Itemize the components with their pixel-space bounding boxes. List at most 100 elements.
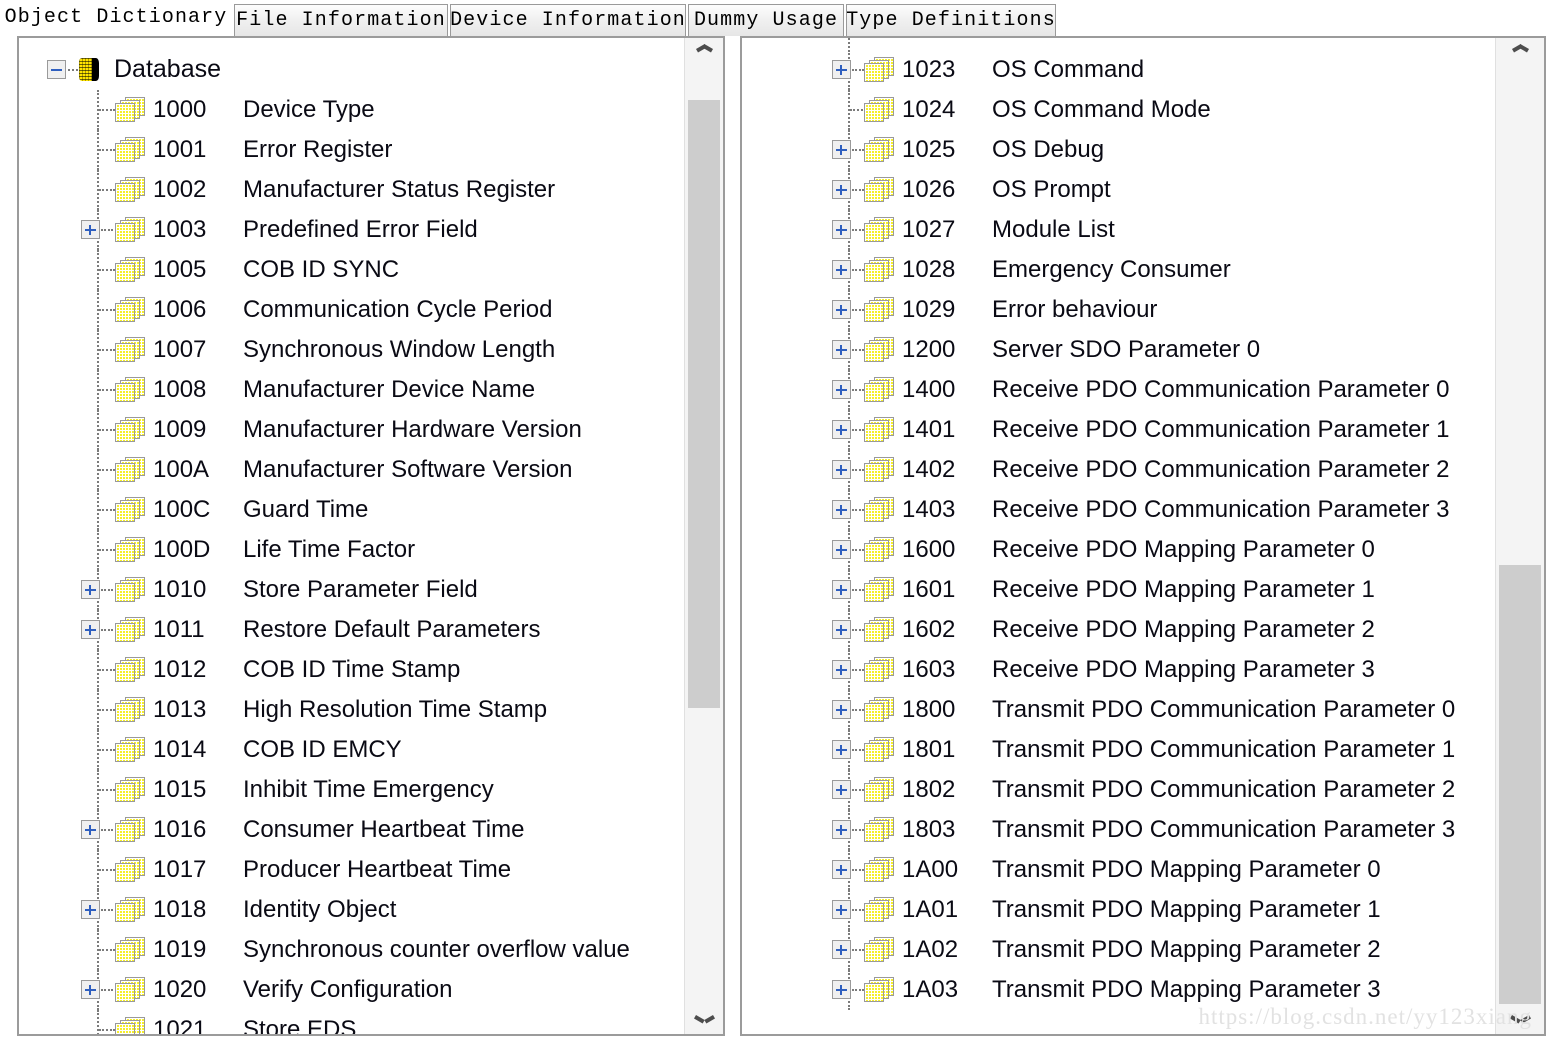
tree-item-row[interactable]: 1600 Receive PDO Mapping Parameter 0 (742, 530, 1496, 570)
expand-toggle-icon[interactable] (832, 660, 851, 679)
expand-toggle-icon[interactable] (832, 900, 851, 919)
expand-toggle-icon[interactable] (832, 380, 851, 399)
expand-toggle-icon[interactable] (832, 460, 851, 479)
object-stack-icon (864, 577, 896, 603)
tree-item-row[interactable]: 1021 Store EDS (19, 1010, 685, 1034)
object-index: 1026 (902, 176, 956, 203)
object-index: 1028 (902, 256, 956, 283)
expand-toggle-icon[interactable] (832, 60, 851, 79)
tree-item-row[interactable]: 1A03 Transmit PDO Mapping Parameter 3 (742, 970, 1496, 1010)
tab-dummy-usage[interactable]: Dummy Usage (688, 4, 844, 36)
tree-item-row[interactable]: 1015 Inhibit Time Emergency (19, 770, 685, 810)
right-scrollbar-thumb[interactable] (1499, 565, 1541, 1008)
tree-item-row[interactable]: 1A00 Transmit PDO Mapping Parameter 0 (742, 850, 1496, 890)
left-tree-viewport[interactable]: Database 1000 Device Type 1001 Error Registe… (19, 38, 685, 1034)
tree-item-row[interactable]: 1A02 Transmit PDO Mapping Parameter 2 (742, 930, 1496, 970)
expand-toggle-icon[interactable] (832, 700, 851, 719)
expand-toggle-icon[interactable] (832, 780, 851, 799)
tree-item-row[interactable]: 1011 Restore Default Parameters (19, 610, 685, 650)
right-scroll-down-button[interactable] (1496, 1004, 1544, 1034)
expand-toggle-icon[interactable] (81, 900, 100, 919)
tree-item-row[interactable]: 1029 Error behaviour (742, 290, 1496, 330)
expand-toggle-icon[interactable] (832, 500, 851, 519)
right-vertical-scrollbar[interactable] (1495, 38, 1544, 1034)
tab-object-dictionary[interactable]: Object Dictionary (0, 0, 232, 36)
left-vertical-scrollbar[interactable] (684, 38, 723, 1034)
tree-item-row[interactable]: 1800 Transmit PDO Communication Parameter… (742, 690, 1496, 730)
tree-item-row[interactable]: 1010 Store Parameter Field (19, 570, 685, 610)
right-tree-viewport[interactable]: 1023 OS Command 1024 OS Command Mode 1025 OS … (742, 38, 1496, 1034)
tree-item-row[interactable]: 1601 Receive PDO Mapping Parameter 1 (742, 570, 1496, 610)
tree-connector (848, 38, 850, 52)
expand-toggle-icon[interactable] (832, 140, 851, 159)
left-scroll-up-button[interactable] (685, 38, 723, 68)
object-index: 1602 (902, 616, 956, 643)
tree-item-row[interactable]: 1401 Receive PDO Communication Parameter … (742, 410, 1496, 450)
tree-item-row[interactable]: 1028 Emergency Consumer (742, 250, 1496, 290)
tree-item-row[interactable]: 1012 COB ID Time Stamp (19, 650, 685, 690)
tree-item-row[interactable]: 1014 COB ID EMCY (19, 730, 685, 770)
expand-toggle-icon[interactable] (832, 180, 851, 199)
expand-toggle-icon[interactable] (832, 340, 851, 359)
tree-item-row[interactable]: 100A Manufacturer Software Version (19, 450, 685, 490)
tree-item-row[interactable]: 1023 OS Command (742, 50, 1496, 90)
expand-toggle-icon[interactable] (832, 420, 851, 439)
expand-toggle-icon[interactable] (81, 220, 100, 239)
tree-item-row[interactable]: 1017 Producer Heartbeat Time (19, 850, 685, 890)
tree-item-row[interactable]: 1602 Receive PDO Mapping Parameter 2 (742, 610, 1496, 650)
tree-item-row[interactable]: 1000 Device Type (19, 90, 685, 130)
tree-item-row[interactable]: 1001 Error Register (19, 130, 685, 170)
expand-toggle-icon[interactable] (81, 820, 100, 839)
tree-connector (852, 189, 864, 191)
tab-type-definitions[interactable]: Type Definitions (846, 4, 1056, 36)
tree-root-row[interactable]: Database (19, 50, 685, 90)
tree-item-row[interactable]: 1026 OS Prompt (742, 170, 1496, 210)
tree-item-row[interactable]: 1024 OS Command Mode (742, 90, 1496, 130)
right-scroll-up-button[interactable] (1496, 38, 1544, 68)
tree-item-row[interactable]: 1003 Predefined Error Field (19, 210, 685, 250)
expand-toggle-icon[interactable] (832, 220, 851, 239)
expand-toggle-icon[interactable] (832, 940, 851, 959)
tree-item-row[interactable]: 1007 Synchronous Window Length (19, 330, 685, 370)
tree-item-row[interactable]: 1018 Identity Object (19, 890, 685, 930)
tree-item-row[interactable]: 1002 Manufacturer Status Register (19, 170, 685, 210)
tree-item-row[interactable]: 1402 Receive PDO Communication Parameter … (742, 450, 1496, 490)
tree-item-row[interactable]: 100C Guard Time (19, 490, 685, 530)
tree-item-row[interactable]: 1603 Receive PDO Mapping Parameter 3 (742, 650, 1496, 690)
tree-item-row[interactable]: 1A01 Transmit PDO Mapping Parameter 1 (742, 890, 1496, 930)
tree-item-row[interactable]: 1005 COB ID SYNC (19, 250, 685, 290)
expand-toggle-icon[interactable] (832, 300, 851, 319)
expand-toggle-icon[interactable] (832, 260, 851, 279)
expand-toggle-icon[interactable] (832, 860, 851, 879)
tab-file-information[interactable]: File Information (234, 4, 448, 36)
tree-item-row[interactable]: 1200 Server SDO Parameter 0 (742, 330, 1496, 370)
tree-item-row[interactable]: 1006 Communication Cycle Period (19, 290, 685, 330)
tree-item-row[interactable]: 1016 Consumer Heartbeat Time (19, 810, 685, 850)
tree-item-row[interactable]: 1400 Receive PDO Communication Parameter … (742, 370, 1496, 410)
tree-item-row[interactable]: 1019 Synchronous counter overflow value (19, 930, 685, 970)
expand-toggle-icon[interactable] (81, 580, 100, 599)
left-scroll-down-button[interactable] (685, 1004, 723, 1034)
tree-item-row[interactable]: 1025 OS Debug (742, 130, 1496, 170)
expand-toggle-icon[interactable] (832, 580, 851, 599)
expand-toggle-icon[interactable] (81, 620, 100, 639)
tree-item-row[interactable]: 1403 Receive PDO Communication Parameter … (742, 490, 1496, 530)
tree-item-row[interactable]: 1008 Manufacturer Device Name (19, 370, 685, 410)
expand-toggle-icon[interactable] (832, 820, 851, 839)
tree-item-row[interactable]: 1803 Transmit PDO Communication Parameter… (742, 810, 1496, 850)
expand-toggle-icon[interactable] (832, 740, 851, 759)
tree-item-row[interactable]: 1009 Manufacturer Hardware Version (19, 410, 685, 450)
expand-toggle-icon[interactable] (832, 980, 851, 999)
tree-item-row[interactable]: 1027 Module List (742, 210, 1496, 250)
expand-toggle-icon[interactable] (832, 540, 851, 559)
tree-item-row[interactable]: 1801 Transmit PDO Communication Parameter… (742, 730, 1496, 770)
tree-item-row[interactable]: 1020 Verify Configuration (19, 970, 685, 1010)
tree-item-row[interactable]: 1013 High Resolution Time Stamp (19, 690, 685, 730)
tree-item-row[interactable]: 100D Life Time Factor (19, 530, 685, 570)
expand-toggle-icon[interactable] (832, 620, 851, 639)
expand-toggle-icon[interactable] (81, 980, 100, 999)
tab-device-information[interactable]: Device Information (450, 4, 686, 36)
collapse-toggle-icon[interactable] (47, 60, 66, 79)
left-scrollbar-thumb[interactable] (688, 100, 720, 708)
tree-item-row[interactable]: 1802 Transmit PDO Communication Parameter… (742, 770, 1496, 810)
